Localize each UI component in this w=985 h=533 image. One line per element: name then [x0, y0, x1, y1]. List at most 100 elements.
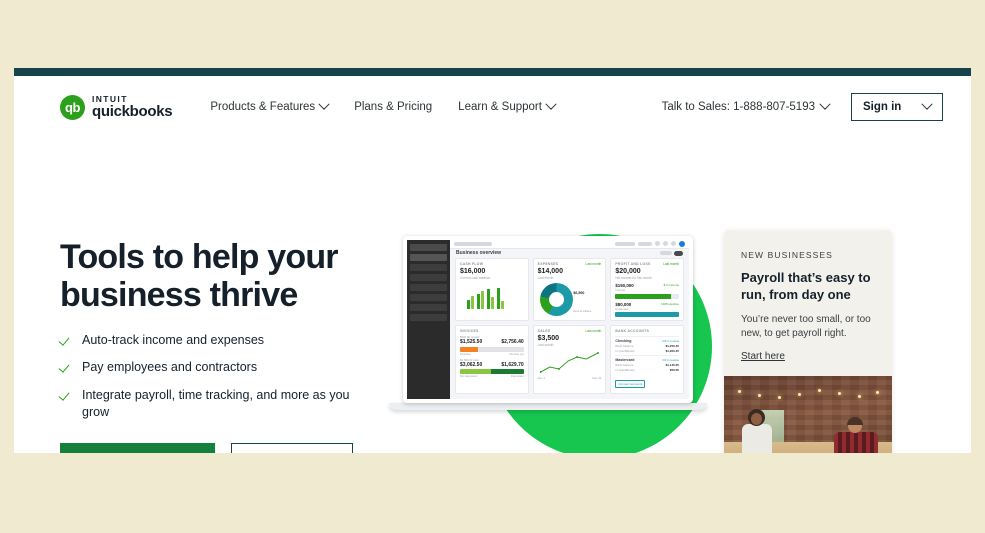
list-item: Integrate payroll, time tracking, and mo…: [60, 387, 360, 422]
list-item: Auto-track income and expenses: [60, 332, 360, 349]
quickbooks-logo[interactable]: qb intuit quickbooks: [60, 93, 173, 121]
chevron-down-icon: [318, 98, 330, 110]
header-actions: Talk to Sales: 1-888-807-5193 Sign in: [662, 93, 963, 121]
bank-row-value: $1,145.05: [665, 363, 679, 367]
hero-copy: Tools to help your business thrive Auto-…: [60, 238, 360, 453]
bar-group: [497, 288, 504, 309]
bank-row-value: $1,950.45: [665, 348, 679, 353]
bar-group: [467, 296, 474, 309]
card-invoices: INVOICES $500.00 unpaid $1,525.50 $2,756…: [455, 325, 529, 394]
sidebar-item-expenses: [410, 294, 447, 301]
bank-account-mastercard: Fill in review Mastercard Bank balance $…: [615, 355, 679, 372]
connect-accounts-button[interactable]: Connect accounts: [615, 380, 646, 388]
bank-balance-row: In QuickBooks $1,950.45: [615, 349, 679, 353]
pl-label: Expenses: [615, 306, 629, 311]
card-subtitle: Current cash balance: [460, 276, 491, 280]
bank-row-label: In QuickBooks: [615, 368, 635, 372]
toolbar-help-chip: [638, 241, 652, 246]
bank-review-link[interactable]: Fill in review: [662, 358, 679, 362]
page-title: Tools to help your business thrive: [60, 238, 339, 315]
bank-row-label: Bank balance: [615, 343, 634, 348]
sidebar-item-sales: [410, 284, 447, 291]
take-the-quiz-button[interactable]: Take the quiz: [231, 443, 353, 453]
expenses-legend: $6,500 Rent & utilities $5,000 Equipment: [568, 281, 601, 320]
photo-string-lights: [724, 386, 892, 400]
legend-label: Rent & utilities: [573, 309, 592, 313]
dashboard-heading: Business overview: [456, 250, 502, 257]
promo-card[interactable]: NEW BUSINESSES Payroll that’s easy to ru…: [724, 230, 892, 453]
card-period-filter[interactable]: Last month: [663, 262, 679, 266]
invoice-amount-right: $1,629.70: [501, 361, 524, 368]
invoice-amount-right: $2,756.40: [501, 339, 524, 345]
chevron-down-icon: [921, 98, 933, 110]
pl-progress-bar: [615, 293, 679, 299]
check-icon: [60, 335, 71, 346]
dashboard-header: Business overview: [450, 248, 689, 258]
logo-quickbooks-text: quickbooks: [92, 103, 173, 121]
card-cash-flow: CASH FLOW $16,000 Current cash balance: [455, 258, 529, 321]
browser-viewport: qb intuit quickbooks Products & Features…: [14, 68, 971, 453]
bank-balance-row: In QuickBooks $50.55: [615, 368, 679, 372]
bank-balance-row: Bank balance $1,250.45: [615, 344, 679, 348]
promo-body: You’re never too small, or too new, to g…: [741, 313, 871, 340]
laptop-base: [389, 403, 707, 410]
promo-title: Payroll that’s easy to run, from day one: [741, 270, 871, 302]
privacy-toggle[interactable]: [674, 250, 683, 256]
card-amount: $14,000: [537, 268, 563, 275]
invoice-label-right: Deposited: [511, 374, 524, 378]
privacy-label: [660, 251, 672, 256]
promo-eyebrow: NEW BUSINESSES: [741, 250, 833, 260]
check-icon: [60, 362, 71, 373]
bullet-text: Pay employees and contractors: [82, 360, 258, 375]
card-period-filter[interactable]: Last month: [586, 329, 602, 333]
bank-review-link[interactable]: Fill in review: [662, 339, 679, 343]
card-label: CASH FLOW: [460, 262, 484, 266]
card-period-filter[interactable]: Last month: [586, 262, 602, 266]
dashboard-preview: Business overview CASH FLOW $16,000 Curr…: [407, 240, 689, 399]
pl-note: $ in income: [663, 283, 679, 287]
logo-wordmark: intuit quickbooks: [92, 93, 173, 121]
sales-line-chart: [538, 350, 602, 376]
nav-label: Products & Features: [210, 101, 316, 113]
card-label: INVOICES: [460, 329, 479, 333]
card-amount: $16,000: [460, 268, 486, 275]
hero-bullet-list: Auto-track income and expenses Pay emplo…: [60, 332, 360, 421]
x-axis-label-end: Dec 31: [592, 376, 602, 380]
invoice-label-right: Not due yet: [509, 351, 524, 356]
sidebar-item-overview: [410, 254, 447, 261]
card-bank-accounts: BANK ACCOUNTS Fill in review Checking Ba…: [610, 325, 684, 394]
list-item: $6,500 Rent & utilities: [568, 281, 601, 317]
logo-intuit-text: intuit: [92, 93, 128, 104]
pl-row-expenses: 130% decline $80,000 Expenses: [615, 302, 679, 317]
hero-section: Tools to help your business thrive Auto-…: [14, 138, 971, 453]
sidebar-item-projects: [410, 304, 447, 311]
qb-logo-icon: qb: [60, 94, 85, 120]
hero-cta-row: See plans & pricing Take the quiz: [60, 443, 360, 453]
nav-item-products-features[interactable]: Products & Features: [210, 98, 330, 113]
card-subtitle: Last month: [537, 343, 554, 347]
bank-row-value: $50.55: [669, 368, 679, 372]
photo-person-right: [834, 416, 878, 453]
bank-account-checking: Fill in review Checking Bank balance $1,…: [615, 335, 679, 353]
dashboard-toolbar: [450, 240, 689, 249]
see-plans-pricing-button[interactable]: See plans & pricing: [60, 443, 216, 453]
invoice-label-left: Not deposited: [460, 374, 478, 378]
bar-group: [487, 289, 494, 309]
gear-icon: [671, 241, 676, 247]
bell-icon: [663, 241, 668, 247]
bank-row-label: In QuickBooks: [615, 348, 635, 353]
sign-in-button[interactable]: Sign in: [851, 93, 943, 121]
start-here-link[interactable]: Start here: [741, 351, 785, 362]
talk-to-sales[interactable]: Talk to Sales: 1-888-807-5193: [662, 98, 831, 113]
nav-item-plans-pricing[interactable]: Plans & Pricing: [354, 101, 432, 113]
primary-nav: Products & Features Plans & Pricing Lear…: [210, 98, 557, 113]
nav-item-learn-support[interactable]: Learn & Support: [458, 98, 557, 113]
invoice-label-left: Overdue: [460, 351, 471, 356]
invoice-amount-left: $1,525.50: [460, 339, 483, 345]
list-item: Pay employees and contractors: [60, 359, 360, 376]
top-accent-bar: [14, 68, 971, 76]
laptop-screen: Business overview CASH FLOW $16,000 Curr…: [403, 236, 693, 403]
card-sales: SALES Last month $3,500 Last month Dec 1…: [532, 325, 607, 394]
dashboard-card-grid: CASH FLOW $16,000 Current cash balance E…: [450, 258, 689, 399]
card-amount: $3,500: [537, 335, 560, 342]
